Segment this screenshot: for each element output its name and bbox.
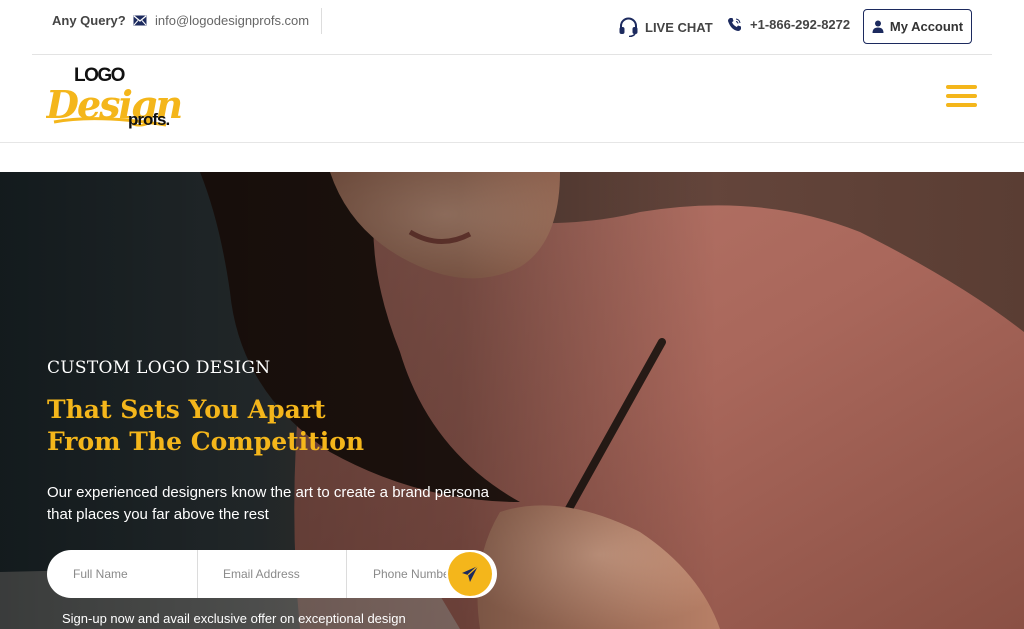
hero-headline-line-1: That Sets You Apart — [47, 395, 326, 424]
any-query-label: Any Query? — [52, 13, 126, 28]
form-divider — [346, 550, 347, 598]
divider — [321, 8, 322, 34]
signup-form — [47, 550, 497, 598]
top-bar: Any Query? info@logodesignprofs.com LIVE… — [32, 0, 992, 55]
mail-icon — [133, 15, 147, 26]
my-account-button[interactable]: My Account — [863, 9, 972, 44]
logo[interactable]: LOGO Design profs. — [46, 62, 181, 132]
live-chat-label: LIVE CHAT — [645, 19, 713, 35]
submit-button[interactable] — [448, 552, 492, 596]
send-icon — [462, 565, 479, 582]
hero-description: Our experienced designers know the art t… — [47, 484, 489, 523]
my-account-label: My Account — [889, 19, 964, 34]
phone-number-input[interactable] — [373, 550, 453, 598]
user-icon — [872, 20, 884, 33]
menu-icon[interactable] — [946, 85, 977, 107]
logo-word-profs: profs. — [128, 110, 170, 129]
promo-text: Sign-up now and avail exclusive offer on… — [62, 611, 406, 626]
site-header: LOGO Design profs. — [0, 56, 1024, 143]
email-link[interactable]: info@logodesignprofs.com — [155, 13, 309, 28]
headset-icon — [619, 17, 638, 37]
phone-icon — [728, 18, 741, 31]
live-chat-button[interactable]: LIVE CHAT — [618, 17, 713, 37]
phone-link[interactable]: +1-866-292-8272 — [727, 17, 850, 32]
hero-eyebrow: CUSTOM LOGO DESIGN — [47, 358, 271, 378]
email-address-input[interactable] — [223, 550, 345, 598]
hero-headline: That Sets You Apart From The Competition — [47, 394, 507, 458]
hero-headline-line-2: From The Competition — [47, 427, 365, 456]
form-divider — [197, 550, 198, 598]
hero-section: CUSTOM LOGO DESIGN That Sets You Apart F… — [0, 172, 1024, 629]
full-name-input[interactable] — [73, 550, 193, 598]
phone-number: +1-866-292-8272 — [750, 17, 851, 32]
